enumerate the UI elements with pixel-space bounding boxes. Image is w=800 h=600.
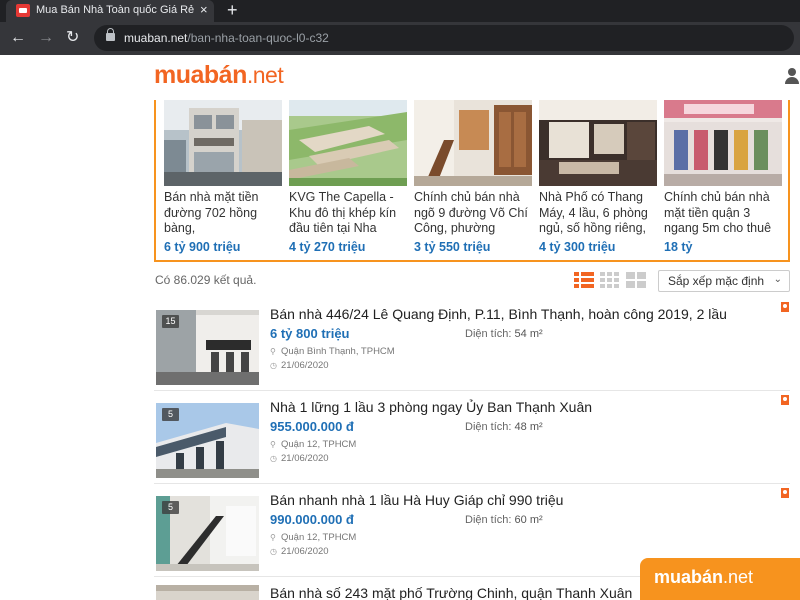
url-text[interactable]: muaban.net/ban-nha-toan-quoc-l0-c32 (124, 31, 329, 45)
location-text: Quận 12, TPHCM (281, 532, 357, 543)
featured-card[interactable]: Nhà Phố có Thang Máy, 4 lầu, 6 phòng ngủ… (539, 100, 657, 254)
featured-price: 6 tỷ 900 triệu (164, 240, 241, 254)
photo-count-badge: 5 (162, 501, 179, 514)
logo-tld: .net (246, 62, 284, 88)
listing-area: Diện tích: 48 m² (465, 421, 543, 433)
sort-dropdown[interactable]: Sắp xếp mặc định ⌄ (658, 270, 790, 292)
area-value: 60 m² (514, 514, 543, 526)
url-host: muaban.net (124, 31, 188, 45)
listing-title[interactable]: Bán nhà số 243 mặt phố Trường Chinh, quậ… (270, 585, 632, 600)
featured-title[interactable]: Chính chủ bán nhà ngõ 9 đường Võ Chí Côn… (414, 190, 532, 237)
browser-tab-bar: Mua Bán Nhà Toàn quốc Giá Rẻ, Ch × + (0, 0, 800, 22)
browser-tab[interactable]: Mua Bán Nhà Toàn quốc Giá Rẻ, Ch × (6, 0, 214, 22)
listing-image[interactable]: 5 (156, 496, 259, 571)
area-value: 48 m² (514, 421, 543, 433)
address-bar[interactable]: muaban.net/ban-nha-toan-quoc-l0-c32 (94, 25, 794, 51)
youtube-favicon-icon (16, 4, 30, 17)
listing-date: ◷ 21/06/2020 (270, 360, 329, 371)
area-label: Diện tích: (465, 421, 512, 433)
featured-price: 3 tỷ 550 triệu (414, 240, 491, 254)
forward-icon[interactable]: → (38, 28, 54, 48)
watermark-logo: muabán.net (640, 558, 800, 600)
featured-title[interactable]: Bán nhà mặt tiền đường 702 hồng bàng, (164, 190, 282, 237)
featured-image[interactable] (539, 100, 657, 186)
featured-title[interactable]: Chính chủ bán nhà mặt tiền quận 3 ngang … (664, 190, 782, 237)
featured-title[interactable]: KVG The Capella - Khu đô thị khép kín đầ… (289, 190, 407, 237)
chevron-down-icon: ⌄ (773, 274, 782, 285)
listing-area: Diện tích: 54 m² (465, 328, 543, 340)
clock-icon: ◷ (270, 361, 277, 370)
site-logo[interactable]: muabán.net (154, 61, 284, 90)
date-text: 21/06/2020 (281, 453, 329, 464)
photo-count-badge: 5 (162, 408, 179, 421)
listing-price: 990.000.000 đ (270, 512, 354, 527)
tile-view-icon[interactable] (626, 271, 646, 289)
listing-title[interactable]: Nhà 1 lững 1 lầu 3 phòng ngay Ủy Ban Thạ… (270, 399, 592, 415)
watermark-main: muabán (654, 567, 724, 587)
listing-image[interactable]: 15 (156, 310, 259, 385)
listing-location: ⚲ Quận 12, TPHCM (270, 532, 356, 543)
featured-image[interactable] (414, 100, 532, 186)
photo-count-badge: 15 (162, 315, 179, 328)
listing-image[interactable]: 5 (156, 403, 259, 478)
listing-title[interactable]: Bán nhà 446/24 Lê Quang Định, P.11, Bình… (270, 306, 727, 322)
featured-card[interactable]: KVG The Capella - Khu đô thị khép kín đầ… (289, 100, 407, 254)
featured-listings: Bán nhà mặt tiền đường 702 hồng bàng, 6 … (154, 100, 790, 262)
location-text: Quận Bình Thạnh, TPHCM (281, 346, 395, 357)
date-text: 21/06/2020 (281, 360, 329, 371)
back-icon[interactable]: ← (10, 28, 26, 48)
area-value: 54 m² (514, 328, 543, 340)
results-count: Có 86.029 kết quả. (155, 273, 257, 287)
sort-label: Sắp xếp mặc định (668, 274, 765, 288)
area-label: Diện tích: (465, 328, 512, 340)
user-account-icon[interactable] (785, 68, 799, 84)
list-view-icon[interactable] (574, 271, 594, 289)
listing-item[interactable]: 5 Nhà 1 lững 1 lầu 3 phòng ngay Ủy Ban T… (154, 391, 790, 484)
bookmark-icon[interactable] (781, 302, 789, 312)
location-pin-icon: ⚲ (270, 440, 276, 449)
url-path: /ban-nha-toan-quoc-l0-c32 (187, 31, 329, 45)
listing-price: 6 tỷ 800 triệu (270, 326, 350, 341)
clock-icon: ◷ (270, 547, 277, 556)
browser-nav-bar: ← → ↻ muaban.net/ban-nha-toan-quoc-l0-c3… (0, 22, 800, 55)
listing-location: ⚲ Quận 12, TPHCM (270, 439, 356, 450)
featured-price: 4 tỷ 270 triệu (289, 240, 366, 254)
listing-item[interactable]: 15 Bán nhà 446/24 Lê Quang Định, P.11, B… (154, 298, 790, 391)
date-text: 21/06/2020 (281, 546, 329, 557)
listing-title[interactable]: Bán nhanh nhà 1 lầu Hà Huy Giáp chỉ 990 … (270, 492, 563, 508)
logo-main: muabán (154, 61, 247, 89)
featured-price: 18 tỷ (664, 240, 693, 254)
grid-view-icon[interactable] (600, 271, 620, 289)
featured-price: 4 tỷ 300 triệu (539, 240, 616, 254)
featured-image[interactable] (664, 100, 782, 186)
lock-icon[interactable] (106, 28, 115, 41)
new-tab-icon[interactable]: + (227, 0, 238, 20)
location-pin-icon: ⚲ (270, 347, 276, 356)
bookmark-icon[interactable] (781, 488, 789, 498)
reload-icon[interactable]: ↻ (66, 28, 79, 48)
featured-image[interactable] (289, 100, 407, 186)
listing-location: ⚲ Quận Bình Thạnh, TPHCM (270, 346, 395, 357)
listing-date: ◷ 21/06/2020 (270, 546, 329, 557)
bookmark-icon[interactable] (781, 395, 789, 405)
listing-image[interactable] (156, 585, 259, 600)
listing-date: ◷ 21/06/2020 (270, 453, 329, 464)
location-text: Quận 12, TPHCM (281, 439, 357, 450)
featured-card[interactable]: Bán nhà mặt tiền đường 702 hồng bàng, 6 … (164, 100, 282, 254)
clock-icon: ◷ (270, 454, 277, 463)
featured-card[interactable]: Chính chủ bán nhà ngõ 9 đường Võ Chí Côn… (414, 100, 532, 254)
featured-card[interactable]: Chính chủ bán nhà mặt tiền quận 3 ngang … (664, 100, 782, 254)
featured-title[interactable]: Nhà Phố có Thang Máy, 4 lầu, 6 phòng ngủ… (539, 190, 657, 237)
listing-area: Diện tích: 60 m² (465, 514, 543, 526)
featured-image[interactable] (164, 100, 282, 186)
close-tab-icon[interactable]: × (200, 3, 208, 17)
listing-price: 955.000.000 đ (270, 419, 354, 434)
area-label: Diện tích: (465, 514, 512, 526)
watermark-tld: .net (723, 567, 754, 587)
tab-title: Mua Bán Nhà Toàn quốc Giá Rẻ, Ch (36, 4, 194, 16)
location-pin-icon: ⚲ (270, 533, 276, 542)
